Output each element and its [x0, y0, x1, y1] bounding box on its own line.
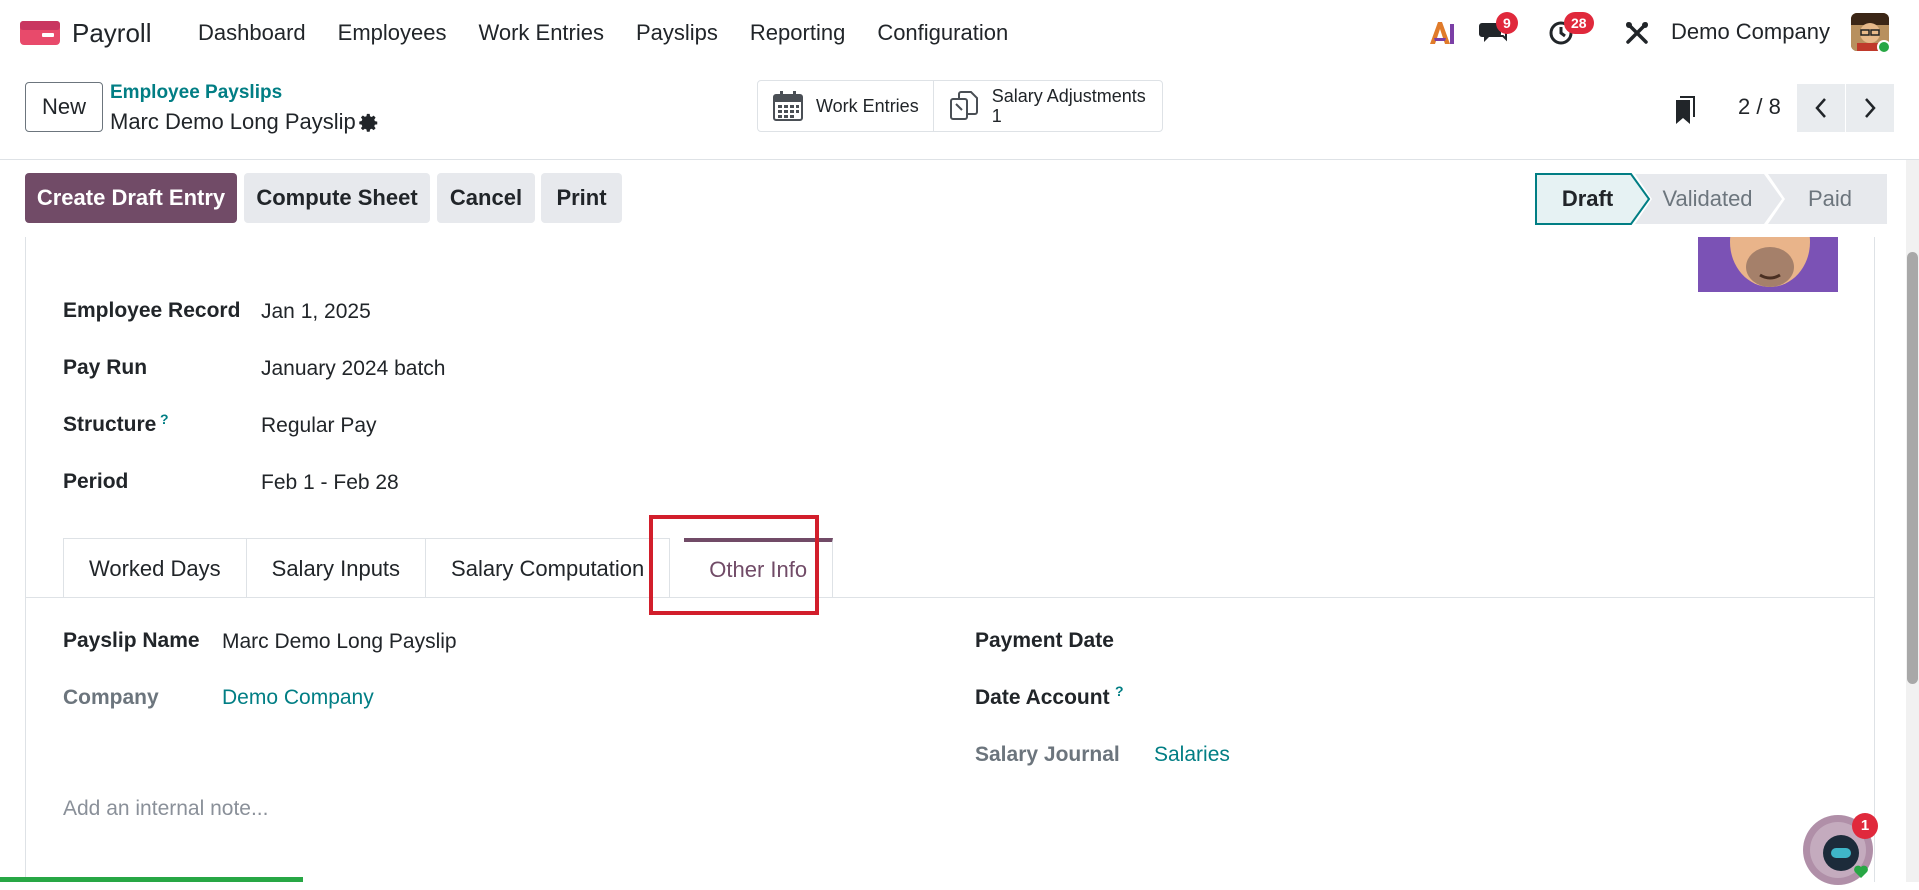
form-statusbar: Create Draft Entry Compute Sheet Cancel … [0, 161, 1919, 237]
record-title: Marc Demo Long Payslip [110, 109, 356, 134]
print-button[interactable]: Print [541, 173, 622, 223]
menu-item-configuration[interactable]: Configuration [861, 0, 1024, 66]
smart-buttons: Work Entries Salary Adjustments 1 [757, 80, 1163, 132]
structure-label: Structure [63, 413, 157, 436]
menu-item-reporting[interactable]: Reporting [734, 0, 861, 66]
pager-value[interactable]: 2 / 8 [1738, 94, 1781, 120]
work-entries-label: Work Entries [816, 95, 919, 116]
date-account-label: Date Account [975, 686, 1110, 709]
stage-pipeline: Draft Validated Paid [1535, 173, 1887, 225]
chevron-left-icon [1815, 98, 1826, 118]
pay-run-label: Pay Run [63, 356, 148, 379]
app-name[interactable]: Payroll [72, 18, 151, 49]
messages-count-badge: 9 [1496, 12, 1518, 34]
new-button[interactable]: New [25, 82, 103, 132]
payslip-name-value[interactable]: Marc Demo Long Payslip [222, 630, 457, 654]
company-label: Company [63, 686, 159, 709]
salary-adjustments-label: Salary Adjustments [991, 86, 1146, 106]
pager-previous-button[interactable] [1797, 84, 1845, 132]
chat-unread-badge: 1 [1852, 813, 1878, 839]
compute-sheet-button[interactable]: Compute Sheet [244, 173, 430, 223]
ai-icon[interactable] [1428, 20, 1456, 46]
date-account-help-tooltip[interactable]: ? [1115, 683, 1124, 699]
calendar-icon [773, 91, 803, 121]
payroll-app-icon[interactable] [20, 19, 60, 47]
structure-value[interactable]: Regular Pay [261, 414, 377, 438]
company-switcher[interactable]: Demo Company [1671, 19, 1830, 45]
heart-icon [1854, 865, 1868, 878]
tabs-divider [25, 597, 1875, 598]
pager-next-button[interactable] [1846, 84, 1894, 132]
gear-icon[interactable] [358, 112, 380, 134]
main-menu: Dashboard Employees Work Entries Payslip… [182, 0, 1024, 66]
breadcrumb-employee-payslips[interactable]: Employee Payslips [110, 82, 282, 104]
work-entries-smart-button[interactable]: Work Entries [758, 81, 933, 131]
debug-tools-icon[interactable] [1624, 20, 1650, 46]
stage-validated[interactable]: Validated [1640, 173, 1775, 225]
period-value[interactable]: Feb 1 - Feb 28 [261, 471, 399, 495]
activities-count-badge: 28 [1564, 12, 1594, 34]
salary-adjustments-count: 1 [991, 106, 1002, 126]
payment-date-label: Payment Date [975, 629, 1114, 652]
payslip-name-label: Payslip Name [63, 629, 200, 652]
company-value[interactable]: Demo Company [222, 686, 374, 710]
menu-item-work-entries[interactable]: Work Entries [462, 0, 620, 66]
pay-run-value[interactable]: January 2024 batch [261, 357, 445, 381]
stage-paid[interactable]: Paid [1775, 173, 1885, 225]
internal-note-input[interactable]: Add an internal note... [63, 797, 268, 821]
online-status-dot [1877, 40, 1891, 54]
employee-photo[interactable] [1698, 237, 1838, 292]
employee-record-value[interactable]: Jan 1, 2025 [261, 300, 371, 324]
create-draft-entry-button[interactable]: Create Draft Entry [25, 173, 237, 223]
stage-draft[interactable]: Draft [1535, 173, 1640, 225]
employee-record-label: Employee Record [63, 299, 241, 322]
salary-adjustments-smart-button[interactable]: Salary Adjustments 1 [932, 81, 1160, 131]
salary-journal-label: Salary Journal [975, 743, 1120, 766]
tab-salary-computation[interactable]: Salary Computation [426, 538, 671, 598]
period-label: Period [63, 470, 129, 493]
menu-item-dashboard[interactable]: Dashboard [182, 0, 322, 66]
menu-item-payslips[interactable]: Payslips [620, 0, 734, 66]
top-navbar: Payroll Dashboard Employees Work Entries… [0, 0, 1919, 66]
control-panel: New Employee Payslips Marc Demo Long Pay… [0, 66, 1919, 160]
menu-item-employees[interactable]: Employees [322, 0, 463, 66]
scrollbar-thumb[interactable] [1907, 252, 1918, 684]
tab-salary-inputs[interactable]: Salary Inputs [246, 538, 427, 598]
bookmark-icon[interactable] [1672, 96, 1696, 126]
highlight-box [649, 515, 819, 615]
copy-documents-icon [949, 91, 978, 120]
chevron-right-icon [1865, 98, 1876, 118]
cancel-button[interactable]: Cancel [437, 173, 535, 223]
salary-journal-value[interactable]: Salaries [1154, 743, 1230, 767]
loading-progress-bar [0, 877, 303, 882]
tab-worked-days[interactable]: Worked Days [63, 538, 247, 598]
structure-help-tooltip[interactable]: ? [160, 411, 169, 427]
